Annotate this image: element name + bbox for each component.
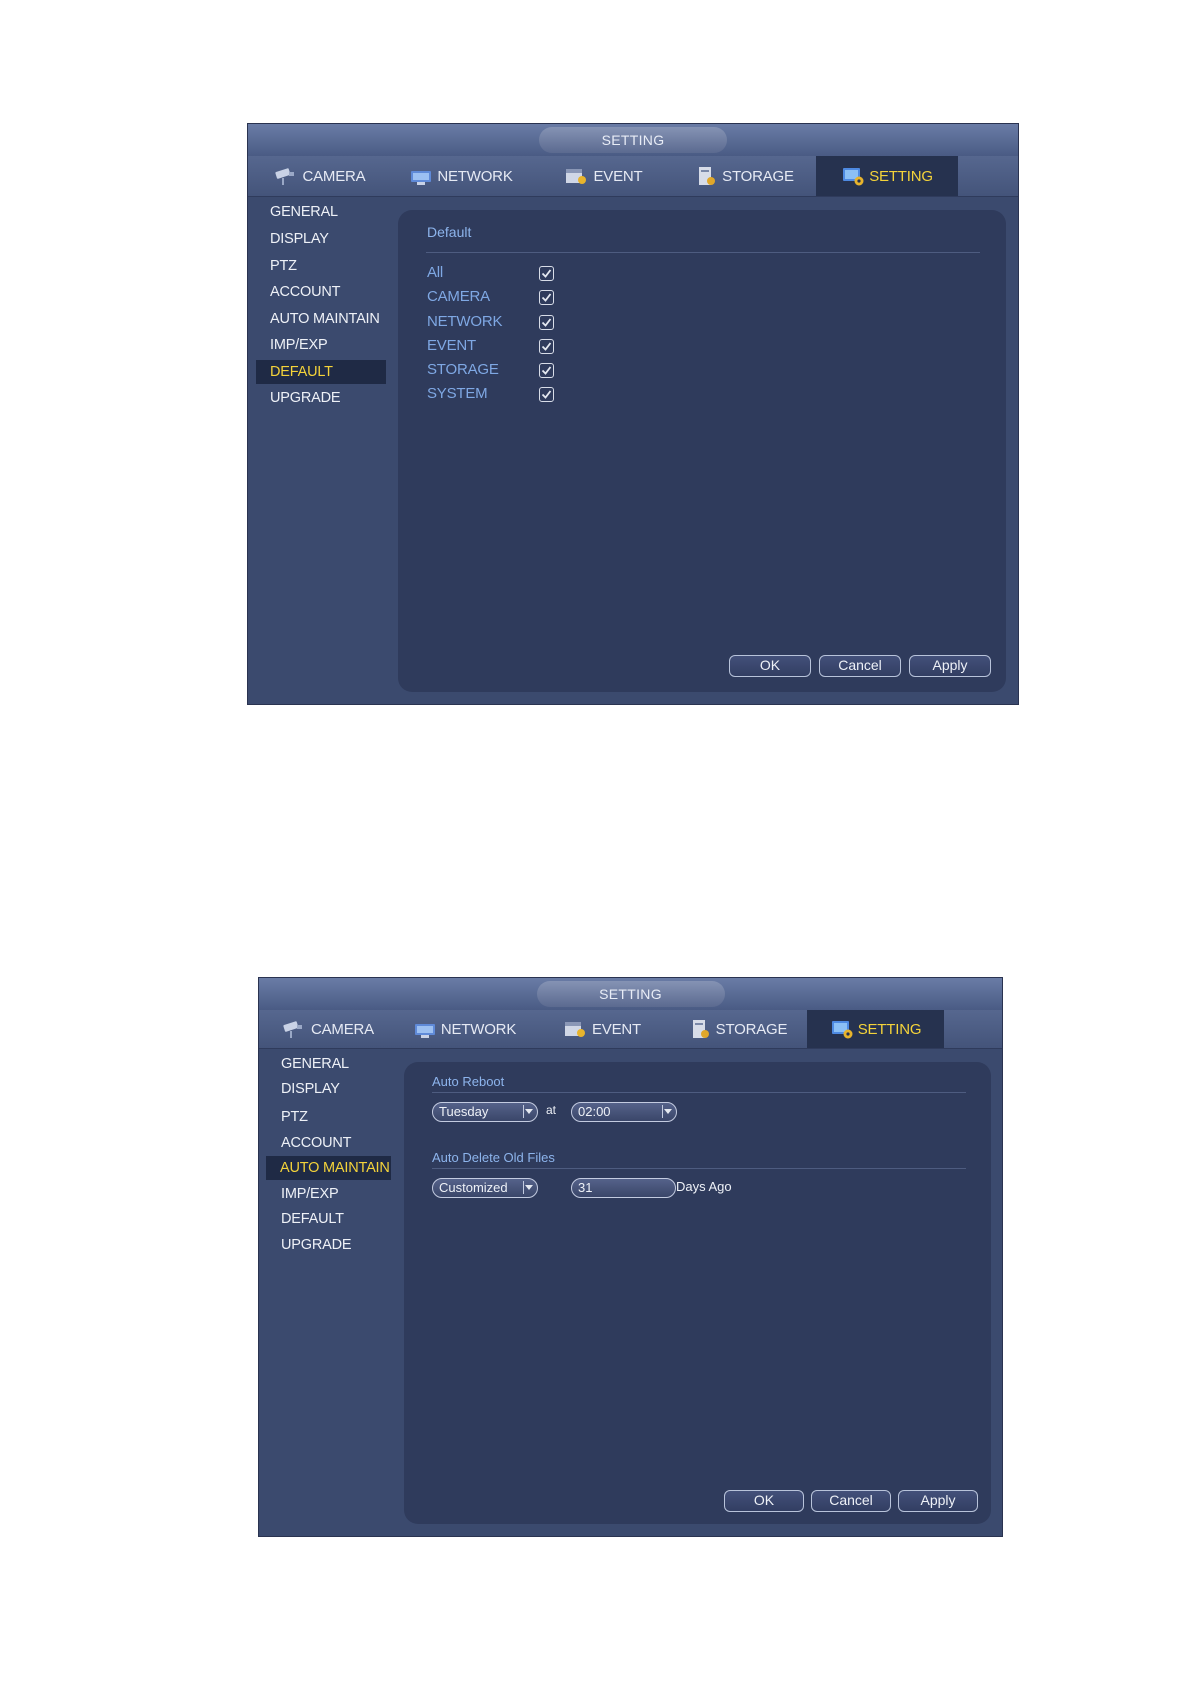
section-title-auto-reboot: Auto Reboot [432, 1074, 505, 1089]
camera-icon [281, 1019, 307, 1039]
camera-icon [273, 166, 299, 186]
chevron-down-icon [662, 1105, 673, 1118]
event-icon [562, 1019, 588, 1039]
tab-storage[interactable]: STORAGE [670, 1010, 807, 1048]
sidebar-item-ptz[interactable]: PTZ [267, 1105, 397, 1129]
ok-button[interactable]: OK [724, 1490, 804, 1512]
setting-icon [841, 165, 865, 187]
apply-button[interactable]: Apply [909, 655, 991, 677]
tab-label: EVENT [593, 167, 643, 185]
sidebar-item-general[interactable]: GENERAL [267, 1052, 397, 1076]
tab-label: NETWORK [437, 167, 513, 185]
sidebar-item-imp-exp[interactable]: IMP/EXP [256, 333, 386, 357]
tab-storage[interactable]: STORAGE [674, 156, 816, 196]
network-icon [409, 166, 433, 186]
section-divider [432, 1092, 966, 1093]
ok-button[interactable]: OK [729, 655, 811, 677]
tab-network[interactable]: NETWORK [390, 156, 532, 196]
checkbox-label-camera: CAMERA [427, 288, 490, 305]
checkbox-system[interactable] [539, 387, 554, 402]
checkbox-event[interactable] [539, 339, 554, 354]
storage-icon [696, 165, 718, 187]
reboot-time-value: 02:00 [578, 1104, 611, 1119]
settings-sidebar: GENERAL DISPLAY PTZ ACCOUNT AUTO MAINTAI… [248, 196, 388, 704]
auto-delete-days-value: 31 [578, 1180, 593, 1195]
checkbox-camera[interactable] [539, 290, 554, 305]
cancel-button[interactable]: Cancel [811, 1490, 891, 1512]
section-divider [432, 1168, 966, 1169]
checkbox-label-network: NETWORK [427, 313, 503, 330]
settings-sidebar: GENERAL DISPLAY PTZ ACCOUNT AUTO MAINTAI… [259, 1048, 399, 1536]
main-tab-bar: CAMERA NETWORK EVENT STORAGE SETTING [259, 1010, 1002, 1049]
reboot-day-value: Tuesday [439, 1104, 489, 1119]
sidebar-item-display[interactable]: DISPLAY [267, 1077, 397, 1101]
sidebar-item-imp-exp[interactable]: IMP/EXP [267, 1182, 397, 1206]
sidebar-item-auto-maintain[interactable]: AUTO MAINTAIN [266, 1156, 391, 1180]
main-tab-bar: CAMERA NETWORK EVENT STORAGE SETTING [248, 156, 1018, 197]
tab-event[interactable]: EVENT [532, 156, 674, 196]
reboot-day-select[interactable]: Tuesday [432, 1102, 538, 1122]
auto-delete-days-input[interactable]: 31 [571, 1178, 676, 1198]
tab-label: CAMERA [311, 1020, 374, 1038]
tab-label: EVENT [591, 1020, 641, 1038]
cancel-button[interactable]: Cancel [819, 655, 901, 677]
tab-camera[interactable]: CAMERA [259, 1010, 396, 1048]
sidebar-item-account[interactable]: ACCOUNT [267, 1131, 397, 1155]
checkbox-label-all: All [427, 264, 444, 281]
tab-event[interactable]: EVENT [533, 1010, 670, 1048]
window-title: SETTING [539, 127, 727, 153]
content-panel: Default All CAMERA NETWORK EVENT STORAGE… [398, 210, 1006, 692]
content-panel: Auto Reboot Tuesday at 02:00 Auto Delete… [404, 1062, 991, 1524]
sidebar-item-display[interactable]: DISPLAY [256, 227, 386, 251]
tab-label: STORAGE [722, 167, 794, 185]
chevron-down-icon [523, 1181, 534, 1194]
checkbox-label-storage: STORAGE [427, 361, 499, 378]
title-bar: SETTING [259, 978, 1002, 1010]
auto-delete-mode-value: Customized [439, 1180, 508, 1195]
settings-window-default: SETTING CAMERA NETWORK EVENT STORAGE SET… [248, 124, 1018, 704]
tab-label: STORAGE [715, 1020, 788, 1038]
sidebar-item-general[interactable]: GENERAL [256, 200, 386, 224]
title-bar: SETTING [248, 124, 1018, 156]
chevron-down-icon [523, 1105, 534, 1118]
sidebar-item-ptz[interactable]: PTZ [256, 254, 386, 278]
checkbox-network[interactable] [539, 315, 554, 330]
tab-label: NETWORK [440, 1020, 517, 1038]
network-icon [413, 1019, 437, 1039]
window-title: SETTING [536, 981, 725, 1007]
storage-icon [690, 1018, 712, 1040]
setting-icon [830, 1018, 854, 1040]
checkbox-label-event: EVENT [427, 337, 477, 354]
sidebar-item-default[interactable]: DEFAULT [267, 1207, 397, 1231]
sidebar-item-auto-maintain[interactable]: AUTO MAINTAIN [256, 307, 386, 331]
sidebar-item-account[interactable]: ACCOUNT [256, 280, 386, 304]
sidebar-item-default[interactable]: DEFAULT [256, 360, 386, 384]
tab-label: CAMERA [302, 167, 366, 185]
days-ago-label: Days Ago [676, 1179, 732, 1194]
section-divider [426, 252, 980, 253]
apply-button[interactable]: Apply [898, 1490, 978, 1512]
tab-label: SETTING [869, 167, 933, 185]
at-label: at [546, 1103, 557, 1117]
sidebar-item-upgrade[interactable]: UPGRADE [256, 386, 386, 410]
section-title-auto-delete: Auto Delete Old Files [432, 1150, 555, 1165]
checkbox-all[interactable] [539, 266, 554, 281]
reboot-time-select[interactable]: 02:00 [571, 1102, 677, 1122]
checkbox-storage[interactable] [539, 363, 554, 378]
auto-delete-mode-select[interactable]: Customized [432, 1178, 538, 1198]
section-title-default: Default [427, 224, 472, 240]
tab-label: SETTING [857, 1020, 922, 1038]
tab-camera[interactable]: CAMERA [248, 156, 390, 196]
tab-setting[interactable]: SETTING [816, 156, 958, 196]
event-icon [563, 166, 589, 186]
checkbox-label-system: SYSTEM [427, 385, 488, 402]
settings-window-auto-maintain: SETTING CAMERA NETWORK EVENT STORAGE SET… [259, 978, 1002, 1536]
sidebar-item-upgrade[interactable]: UPGRADE [267, 1233, 397, 1257]
tab-setting[interactable]: SETTING [807, 1010, 944, 1048]
tab-network[interactable]: NETWORK [396, 1010, 533, 1048]
